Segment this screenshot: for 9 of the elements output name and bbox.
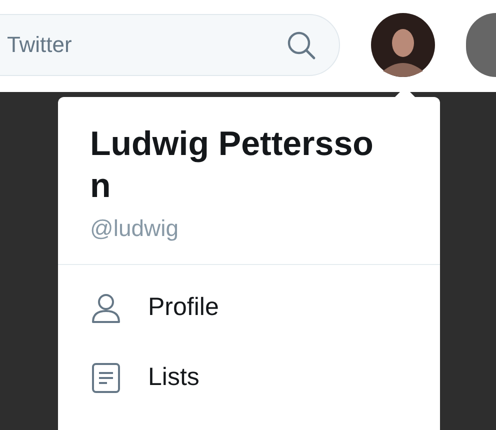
person-icon bbox=[90, 292, 122, 324]
menu-item[interactable]: Profile bbox=[58, 272, 440, 342]
menu-item[interactable]: Lists bbox=[58, 342, 440, 412]
search-field[interactable]: Twitter bbox=[0, 14, 340, 76]
avatar[interactable] bbox=[371, 13, 435, 77]
user-name: Ludwig Pettersson bbox=[90, 124, 374, 207]
user-handle: @ludwig bbox=[90, 214, 180, 243]
search-icon bbox=[286, 30, 316, 60]
list-icon bbox=[90, 362, 122, 394]
